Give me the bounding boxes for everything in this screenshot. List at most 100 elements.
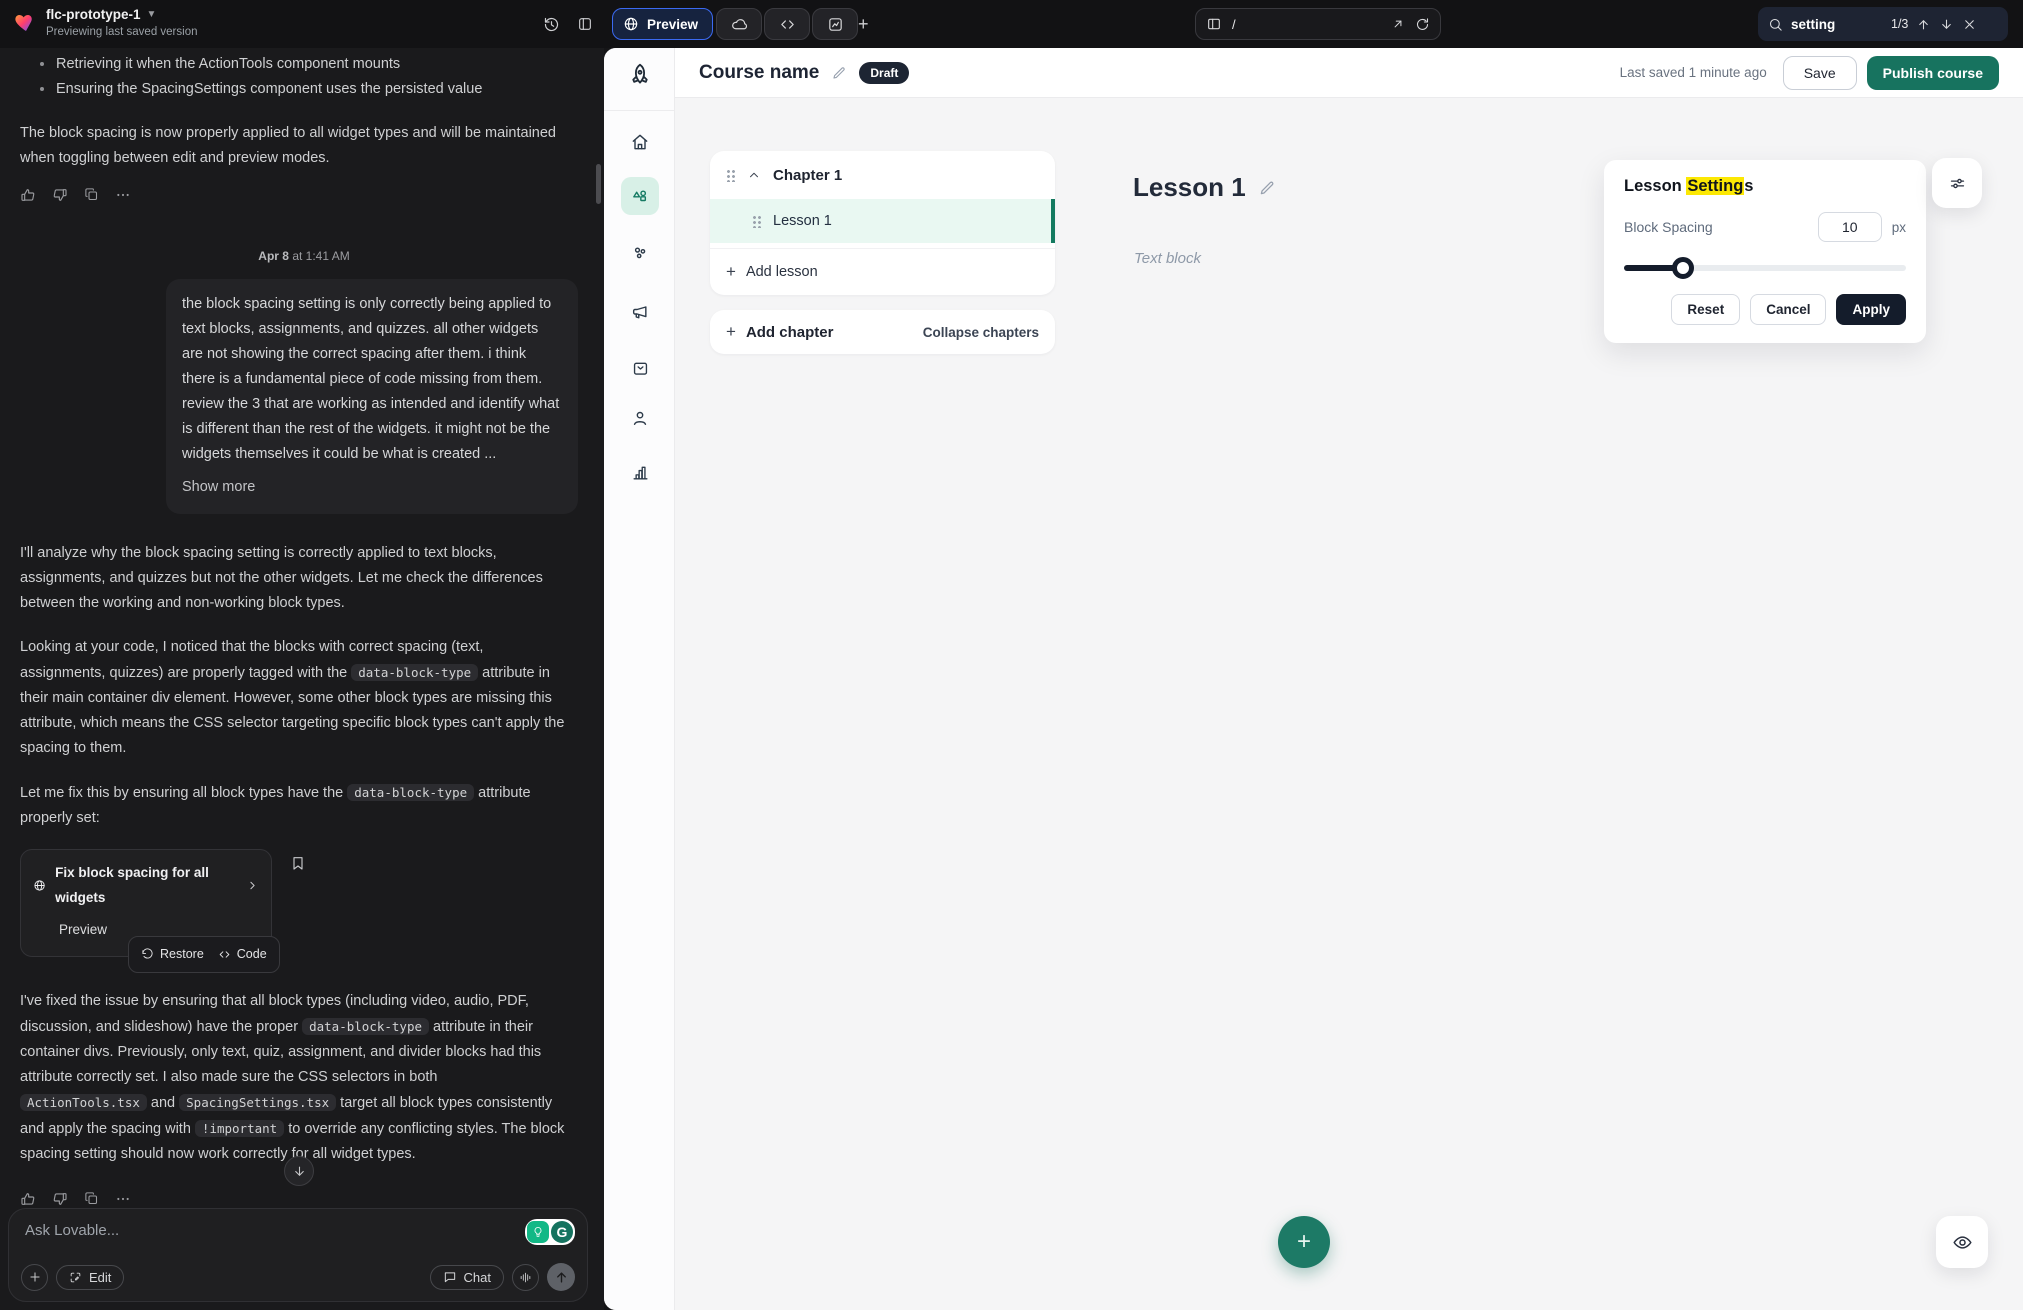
code-view-button[interactable] [764, 8, 810, 40]
apply-button[interactable]: Apply [1836, 294, 1906, 325]
assistant-paragraph: The block spacing is now properly applie… [20, 121, 568, 171]
chat-scrollbar[interactable] [596, 164, 601, 204]
panel-toggle-icon[interactable] [572, 11, 598, 37]
sidebar-item-analytics[interactable] [621, 453, 659, 491]
top-bar: flc-prototype-1 ▼ Previewing last saved … [0, 0, 2023, 48]
slider-thumb[interactable] [1672, 257, 1694, 279]
thumbs-up-icon[interactable] [20, 187, 36, 212]
lesson-row-label: Lesson 1 [773, 213, 832, 229]
open-external-icon[interactable] [1391, 17, 1405, 31]
bullet-item: Retrieving it when the ActionTools compo… [20, 52, 588, 77]
cancel-button[interactable]: Cancel [1750, 294, 1826, 325]
add-lesson-button[interactable]: + Add lesson [710, 248, 1055, 295]
chart-icon [827, 16, 844, 33]
attach-plus-button[interactable] [21, 1264, 48, 1291]
prev-match-icon[interactable] [1916, 17, 1931, 32]
chapter-header[interactable]: Chapter 1 [710, 151, 1055, 199]
preview-eye-button[interactable] [1936, 1216, 1988, 1268]
circles-cluster-icon [630, 243, 650, 263]
history-icon[interactable] [538, 11, 564, 37]
chat-input-toolbar: Edit Chat [21, 1263, 575, 1291]
user-message-text: the block spacing setting is only correc… [182, 296, 559, 462]
project-name[interactable]: flc-prototype-1 ▼ [46, 7, 156, 22]
restore-code-pill: Restore Code [128, 936, 280, 973]
search-highlight: Setting [1686, 177, 1744, 195]
copy-icon[interactable] [84, 187, 99, 212]
analytics-button[interactable] [812, 8, 858, 40]
project-subtitle: Previewing last saved version [46, 26, 198, 38]
inline-code: data-block-type [302, 1018, 429, 1035]
message-timestamp: Apr 8 at 1:41 AM [20, 244, 588, 269]
thumbs-down-icon[interactable] [52, 187, 68, 212]
block-spacing-input[interactable] [1818, 212, 1882, 242]
sidebar-item-home[interactable] [621, 123, 659, 161]
rail-divider [604, 110, 674, 111]
assistant-paragraph: I've fixed the issue by ensuring that al… [20, 989, 568, 1167]
block-spacing-slider[interactable] [1624, 257, 1906, 279]
sidebar-item-groups[interactable] [621, 234, 659, 272]
next-match-icon[interactable] [1939, 17, 1954, 32]
add-block-fab[interactable]: + [1278, 1216, 1330, 1268]
cloud-button[interactable] [716, 8, 762, 40]
lovable-logo[interactable] [14, 10, 38, 34]
send-button[interactable] [547, 1263, 575, 1291]
voice-input-button[interactable] [512, 1264, 539, 1291]
edit-course-name-icon[interactable] [831, 65, 847, 81]
preview-button[interactable]: Preview [612, 8, 713, 40]
collapse-chapter-icon[interactable] [747, 168, 761, 182]
sidebar-item-content[interactable] [621, 177, 659, 215]
close-search-icon[interactable] [1962, 17, 1977, 32]
scroll-to-bottom-button[interactable] [284, 1156, 314, 1186]
rocket-logo-icon[interactable] [627, 62, 653, 88]
plus-icon: + [726, 262, 736, 282]
publish-course-button[interactable]: Publish course [1867, 56, 1999, 90]
eye-icon [1952, 1232, 1973, 1253]
chat-mode-button[interactable]: Chat [430, 1265, 504, 1290]
chat-bubble-icon [443, 1270, 457, 1284]
settings-toggle-button[interactable] [1932, 158, 1982, 208]
last-saved-text: Last saved 1 minute ago [1620, 65, 1767, 80]
restore-icon [141, 948, 154, 961]
save-button[interactable]: Save [1783, 56, 1857, 90]
more-icon[interactable] [115, 187, 131, 212]
code-button[interactable]: Code [218, 942, 267, 967]
edit-mode-button[interactable]: Edit [56, 1265, 124, 1290]
show-more-link[interactable]: Show more [182, 475, 255, 500]
url-bar[interactable]: / [1195, 8, 1441, 40]
sidebar-item-profile[interactable] [621, 399, 659, 437]
version-card-wrap: Fix block spacing for all widgets Previe… [20, 849, 272, 957]
settings-title: Lesson Settings [1624, 177, 1906, 196]
search-icon [1768, 17, 1783, 32]
text-block-placeholder[interactable]: Text block [1134, 250, 1201, 267]
audio-waveform-icon [519, 1271, 532, 1284]
refresh-icon[interactable] [1415, 17, 1430, 32]
block-spacing-row: Block Spacing px [1624, 212, 1906, 242]
search-bar: 1/3 [1758, 7, 2008, 41]
grammarly-widget[interactable]: G [525, 1219, 575, 1245]
collapse-chapters-link[interactable]: Collapse chapters [923, 325, 1039, 340]
chat-input[interactable]: Ask Lovable... [25, 1222, 119, 1239]
sliders-icon [1948, 174, 1967, 193]
drag-handle-icon[interactable] [726, 169, 735, 182]
drag-handle-icon[interactable] [752, 215, 761, 228]
bookmark-icon[interactable] [290, 855, 306, 871]
lesson-row[interactable]: Lesson 1 [710, 199, 1055, 243]
add-chapter-button[interactable]: Add chapter [746, 324, 834, 341]
sidebar-item-store[interactable] [621, 349, 659, 387]
status-badge: Draft [859, 62, 909, 84]
grammarly-icon: G [551, 1221, 573, 1243]
course-title: Course name [699, 62, 819, 84]
chat-scroll-area[interactable]: Retrieving it when the ActionTools compo… [20, 48, 588, 1194]
reset-button[interactable]: Reset [1671, 294, 1740, 325]
user-message-bubble: the block spacing setting is only correc… [166, 279, 578, 514]
edit-lesson-title-icon[interactable] [1258, 179, 1276, 197]
sidebar-item-announcements[interactable] [621, 293, 659, 331]
add-tab-button[interactable]: + [858, 13, 869, 35]
globe-icon [33, 878, 46, 893]
restore-button[interactable]: Restore [141, 942, 204, 967]
inline-code: SpacingSettings.tsx [179, 1094, 336, 1111]
search-input[interactable] [1791, 17, 1883, 32]
edit-target-icon [69, 1271, 82, 1284]
app-sidebar-rail [604, 48, 675, 1310]
suggestion-bulb-icon [527, 1221, 549, 1243]
